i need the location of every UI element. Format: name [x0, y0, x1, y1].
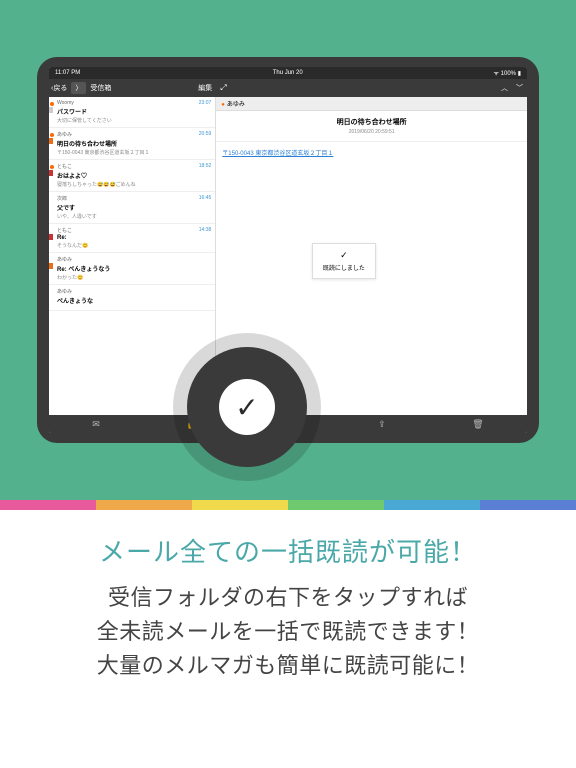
nav-bar: ‹戻る 〉 受信箱 編集 ⤢ ︿ ﹀ [49, 79, 527, 97]
sender-tag[interactable]: ●あゆみ [216, 97, 527, 111]
mark-all-read-button[interactable]: ✓ [187, 347, 307, 467]
time: 18:52 [199, 163, 212, 169]
preview: いや、人違いです [57, 213, 211, 220]
status-bar: 11:07 PM Thu Jun 20 ᯤ 100% ▮ [49, 67, 527, 79]
message-list[interactable]: WoWoomyパスワード大切に保管してください23:07auあゆみ明日の待ち合わ… [49, 97, 216, 415]
subject: Re: [57, 235, 211, 241]
edit-button[interactable]: 編集 [198, 83, 216, 93]
sender-name: ともこ [57, 227, 211, 234]
carrier-badge: dc [49, 234, 53, 240]
message-title: 明日の待ち合わせ場所 [220, 117, 523, 127]
unread-dot [50, 102, 54, 106]
tablet-frame: 11:07 PM Thu Jun 20 ᯤ 100% ▮ ‹戻る 〉 受信箱 編… [37, 57, 539, 443]
hero-area: 11:07 PM Thu Jun 20 ᯤ 100% ▮ ‹戻る 〉 受信箱 編… [0, 0, 576, 500]
caption-line: 大量のメルマガも簡単に既読可能に！ [16, 649, 560, 683]
sender-name: Woomy [57, 100, 211, 106]
preview: 大切に保管してください [57, 117, 211, 124]
preview: 〒150-0043 東京都渋谷区道玄坂２丁目１ [57, 149, 211, 156]
time: 14:38 [199, 227, 212, 233]
message-header: 明日の待ち合わせ場所 2019/06/20 20:59:51 [216, 111, 527, 142]
subject: べんきょうな [57, 296, 211, 305]
toast-text: 既読にしました [323, 263, 365, 272]
trash-icon[interactable]: 🗑 [472, 419, 483, 430]
wifi-icon: ᯤ [494, 71, 499, 77]
share-icon[interactable]: ⇪ [378, 419, 386, 430]
back-button[interactable]: ‹戻る [49, 83, 69, 93]
breadcrumb-chevron[interactable]: 〉 [71, 82, 86, 94]
check-icon: ✓ [323, 250, 365, 261]
preview: わかった😊 [57, 274, 211, 281]
next-message-button[interactable]: ﹀ [516, 83, 523, 93]
time: 23:07 [199, 100, 212, 106]
caption-line: 受信フォルダの右下をタップすれば [16, 581, 560, 615]
list-item[interactable]: Wo Woomyパスワード大切に保管してください 23:07 [49, 97, 215, 128]
carrier-badge: Wo [49, 107, 53, 113]
preview: そうなんだ😊 [57, 242, 211, 249]
status-time: 11:07 PM [55, 70, 80, 76]
list-item[interactable]: dc ともこおはよよ♡寝落ちしちゃった😅😅😅ごめんね 18:52 [49, 160, 215, 192]
list-item[interactable]: あゆみべんきょうな [49, 285, 215, 311]
time: 20:59 [199, 131, 212, 137]
sender-name: あゆみ [57, 288, 211, 295]
message-body: 〒150-0043 東京都渋谷区道玄坂２丁目１ [216, 142, 527, 163]
prev-message-button[interactable]: ︿ [501, 83, 508, 93]
sender-name: 次郎 [57, 195, 211, 202]
expand-icon[interactable]: ⤢ [220, 83, 226, 93]
carrier-badge: au [49, 263, 53, 269]
status-date: Thu Jun 20 [82, 70, 494, 76]
list-item[interactable]: au あゆみRe: べんきょうなうわかった😊 [49, 253, 215, 285]
list-item[interactable]: dc ともこRe:そうなんだ😊 14:38 [49, 224, 215, 253]
sender-name: あゆみ [57, 256, 211, 263]
caption-headline: メール全ての一括既読が可能！ [16, 532, 560, 569]
subject: Re: べんきょうなう [57, 264, 211, 273]
subject: パスワード [57, 107, 211, 116]
inbox-title: 受信箱 [90, 83, 111, 93]
time: 16:45 [199, 195, 212, 201]
battery-label: 100% [501, 71, 516, 77]
list-item[interactable]: au あゆみ明日の待ち合わせ場所〒150-0043 東京都渋谷区道玄坂２丁目１ 20… [49, 128, 215, 160]
caption-area: メール全ての一括既読が可能！ 受信フォルダの右下をタップすれば 全未読メールを一… [0, 510, 576, 683]
carrier-badge: au [49, 138, 53, 144]
toast-marked-read: ✓ 既読にしました [312, 243, 376, 279]
caption-line: 全未読メールを一括で既読できます！ [16, 615, 560, 649]
subject: 父です [57, 203, 211, 212]
unread-dot [50, 133, 54, 137]
sender-name: ともこ [57, 163, 211, 170]
list-item[interactable]: 次郎父ですいや、人違いです 16:45 [49, 192, 215, 224]
subject: 明日の待ち合わせ場所 [57, 139, 211, 148]
subject: おはよよ♡ [57, 171, 211, 180]
mail-icon[interactable]: ✉ [92, 419, 100, 430]
address-link[interactable]: 〒150-0043 東京都渋谷区道玄坂２丁目１ [222, 151, 333, 157]
preview: 寝落ちしちゃった😅😅😅ごめんね [57, 181, 211, 188]
check-icon: ✓ [235, 391, 258, 424]
carrier-badge: dc [49, 170, 53, 176]
color-stripe [0, 500, 576, 510]
message-date: 2019/06/20 20:59:51 [220, 129, 523, 135]
sender-name: あゆみ [57, 131, 211, 138]
unread-dot [50, 165, 54, 169]
